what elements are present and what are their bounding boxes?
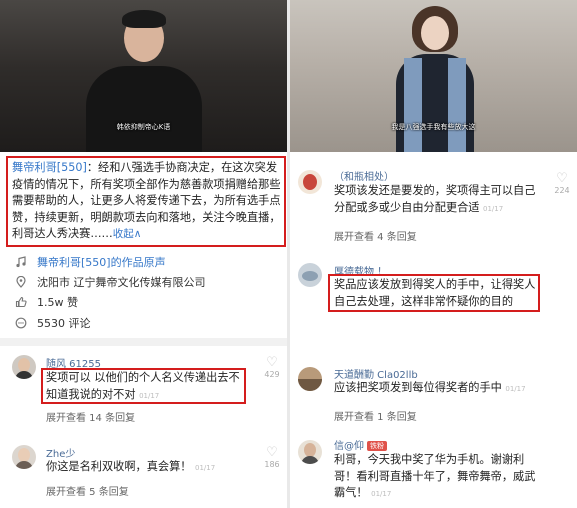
heart-icon: ♡ (556, 171, 568, 186)
comment-body: 应该把奖项发到每位得奖者的手中 (334, 381, 502, 394)
video-caption: 韩依抑制帝心K语 (116, 123, 171, 131)
sound-row[interactable]: 舞帝利哥[550]的作品原声 (14, 254, 166, 270)
comment-text: 奖项该发还是要发的，奖项得主可以自己分配或多或少自由分配更合适 01/17 (334, 183, 544, 217)
comment-date: 01/17 (371, 490, 392, 498)
heart-icon: ♡ (266, 445, 278, 460)
right-screenshot: 我是八强选手我有些放大这 （和瓶相处） 奖项该发还是要发的，奖项得主可以自己分配… (290, 0, 577, 508)
location-label: 沈阳市 辽宁舞帝文化传媒有限公司 (37, 276, 206, 289)
avatar[interactable] (298, 263, 322, 287)
comment-date: 01/17 (139, 391, 160, 400)
avatar[interactable] (298, 440, 322, 464)
comment-text: 应该把奖项发到每位得奖者的手中 01/17 (334, 380, 544, 398)
comment-body: 你这是名利双收啊，真会算！ (46, 460, 192, 473)
author-link[interactable]: 舞帝利哥[550] (12, 161, 87, 174)
expand-replies-link[interactable]: 展开查看 5 条回复 (46, 483, 129, 498)
comment-body: 奖品应该发放到得奖人的手中，让得奖人自己去处理，这样非常怀疑你的目的 (334, 278, 536, 308)
avatar[interactable] (298, 367, 322, 391)
location-row[interactable]: 沈阳市 辽宁舞帝文化传媒有限公司 (14, 274, 206, 290)
video-frame[interactable]: 韩依抑制帝心K语 (0, 0, 287, 152)
comment-date: 01/17 (195, 464, 216, 472)
comment-text: 你这是名利双收啊，真会算！ 01/17 (46, 459, 246, 477)
likes-count: 1.5w 赞 (37, 296, 78, 309)
avatar[interactable] (12, 445, 36, 469)
left-screenshot: 韩依抑制帝心K语 舞帝利哥[550]：经和八强选手协商决定，在这次突发疫情的情况… (0, 0, 287, 508)
sound-label: 舞帝利哥[550]的作品原声 (37, 256, 166, 269)
music-note-icon (14, 255, 28, 269)
comment-body: 利哥，今天我中奖了华为手机。谢谢利哥！看利哥直播十年了，舞帝舞帝，威武霸气！ (334, 453, 536, 499)
thumbs-up-icon (14, 295, 28, 309)
comment-text: 利哥，今天我中奖了华为手机。谢谢利哥！看利哥直播十年了，舞帝舞帝，威武霸气！ 0… (334, 452, 544, 503)
location-pin-icon (14, 275, 28, 289)
avatar[interactable] (12, 355, 36, 379)
comment-author[interactable]: Zhe少 (46, 445, 75, 460)
comment-body: 奖项该发还是要发的，奖项得主可以自己分配或多或少自由分配更合适 (334, 184, 536, 214)
comment-author[interactable]: 天道酬勤 Cla02llb (334, 366, 418, 381)
comment-text: 奖品应该发放到得奖人的手中，让得奖人自己去处理，这样非常怀疑你的目的 (334, 277, 538, 310)
expand-replies-link[interactable]: 展开查看 4 条回复 (334, 228, 417, 243)
fan-badge: 铁粉 (367, 441, 387, 451)
section-divider (0, 338, 287, 346)
video-caption: 我是八强选手我有些放大这 (391, 123, 476, 131)
comment-date: 01/17 (483, 204, 504, 213)
like-count: 429 (264, 370, 280, 379)
collapse-link[interactable]: 收起∧ (113, 228, 142, 240)
comment-text: 奖项可以 以他们的个人名义传递出去不知道我说的对不对 01/17 (46, 370, 246, 404)
comment-author[interactable]: （和瓶相处） (334, 168, 394, 183)
avatar[interactable] (298, 170, 322, 194)
like-button[interactable]: ♡ 186 (262, 445, 282, 470)
comment-icon (14, 316, 28, 330)
comments-row[interactable]: 5530 评论 (14, 315, 91, 331)
video-frame[interactable]: 我是八强选手我有些放大这 (290, 0, 577, 152)
like-button[interactable]: ♡ 429 (262, 355, 282, 380)
like-count: 186 (264, 460, 280, 469)
comment-author-name: 信@仰 (334, 441, 364, 452)
expand-replies-link[interactable]: 展开查看 1 条回复 (334, 408, 417, 423)
comments-count: 5530 评论 (37, 317, 91, 330)
expand-replies-link[interactable]: 展开查看 14 条回复 (46, 409, 135, 424)
comment-author[interactable]: 信@仰 铁粉 (334, 437, 387, 452)
heart-icon: ♡ (266, 355, 278, 370)
like-count: 224 (554, 186, 570, 195)
likes-row: 1.5w 赞 (14, 294, 78, 310)
like-button[interactable]: ♡ 224 (552, 171, 572, 196)
video-description: 舞帝利哥[550]：经和八强选手协商决定，在这次突发疫情的情况下，所有奖项全部作… (12, 160, 282, 243)
comment-date: 01/17 (505, 385, 526, 393)
